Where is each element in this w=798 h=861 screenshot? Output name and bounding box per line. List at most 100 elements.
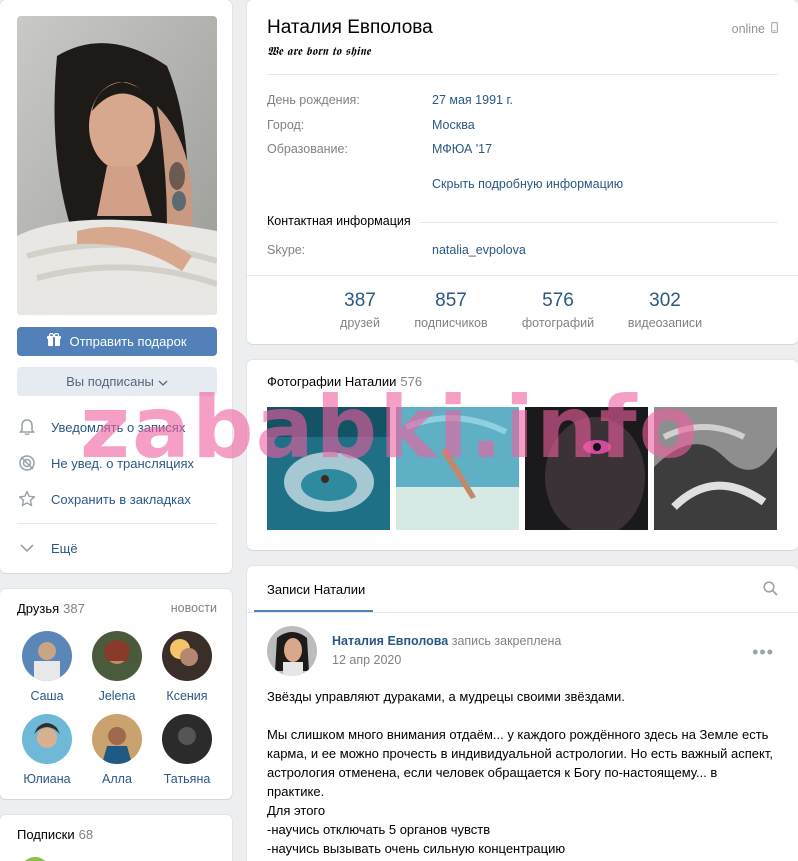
more-options-icon[interactable]: ••• bbox=[752, 642, 774, 663]
friends-count: 387 bbox=[63, 601, 85, 616]
notify-posts-action[interactable]: Уведомлять о записях bbox=[17, 413, 217, 441]
divider bbox=[247, 275, 798, 276]
subscription-avatar[interactable] bbox=[20, 857, 50, 861]
counter-photos[interactable]: 576 фотографий bbox=[508, 290, 608, 330]
broadcast-notify-label: Не увед. о трансляциях bbox=[51, 455, 195, 471]
birthday-value[interactable]: 27 мая 1991 г. bbox=[432, 93, 513, 107]
broadcast-off-icon bbox=[17, 453, 37, 473]
post-line: Для этого bbox=[267, 803, 326, 818]
bookmark-action[interactable]: Сохранить в закладках bbox=[17, 485, 217, 513]
skype-value[interactable]: natalia_evpolova bbox=[432, 243, 526, 257]
chevron-down-icon bbox=[158, 374, 168, 389]
post-line: Звёзды управляют дураками, а мудрецы сво… bbox=[267, 689, 625, 704]
subscriptions-header[interactable]: Подписки 68 bbox=[17, 827, 93, 842]
hide-details-link[interactable]: Скрыть подробную информацию bbox=[432, 177, 623, 191]
subscriptions-count: 68 bbox=[78, 827, 94, 842]
divider bbox=[17, 523, 217, 524]
friend-item[interactable]: Jelena bbox=[85, 631, 149, 703]
post-author-name[interactable]: Наталия Евполова bbox=[332, 634, 448, 648]
bell-icon bbox=[17, 417, 37, 437]
photos-header[interactable]: Фотографии Наталии 576 bbox=[267, 374, 422, 389]
post-line bbox=[267, 706, 778, 725]
counter-number: 576 bbox=[542, 290, 574, 311]
counter-label: видеозаписи bbox=[627, 316, 703, 330]
more-action[interactable]: Ещё bbox=[17, 534, 217, 562]
post-line: -научись вызывать очень сильную концентр… bbox=[267, 841, 566, 856]
friend-item[interactable]: Саша bbox=[15, 631, 79, 703]
subscribed-button[interactable]: Вы подписаны bbox=[17, 367, 217, 396]
counter-followers[interactable]: 857 подписчиков bbox=[401, 290, 501, 330]
friend-name: Алла bbox=[102, 772, 132, 786]
friend-avatar bbox=[22, 714, 72, 764]
notify-posts-label: Уведомлять о записях bbox=[51, 419, 186, 435]
friend-name: Юлиана bbox=[23, 772, 71, 786]
counter-videos[interactable]: 302 видеозаписи bbox=[615, 290, 715, 330]
wall-block: Записи Наталии Наталия Евполова запись з… bbox=[247, 566, 798, 861]
subscribed-label: Вы подписаны bbox=[66, 374, 154, 389]
photo-thumbnail[interactable] bbox=[396, 407, 519, 530]
profile-info-card: Наталия Евполова 𝖂𝖊 𝖆𝖗𝖊 𝖇𝖔𝖗𝖓 𝖙𝖔 𝖘𝖍𝖎𝖓𝖊 on… bbox=[247, 0, 798, 344]
skype-label: Skype: bbox=[267, 243, 306, 257]
broadcast-notify-action[interactable]: Не увед. о трансляциях bbox=[17, 449, 217, 477]
post-line: Мы слишком много внимания отдаём... у ка… bbox=[267, 727, 773, 799]
profile-avatar-card: Отправить подарок Вы подписаны Уведомлят… bbox=[0, 0, 232, 573]
bookmark-label: Сохранить в закладках bbox=[51, 491, 191, 507]
friend-item[interactable]: Татьяна bbox=[155, 714, 219, 786]
online-label: online bbox=[731, 22, 765, 36]
profile-name: Наталия Евполова bbox=[267, 17, 433, 38]
education-label: Образование: bbox=[267, 142, 348, 156]
profile-photo[interactable] bbox=[17, 16, 217, 315]
counter-number: 387 bbox=[344, 290, 376, 311]
friend-item[interactable]: Ксения bbox=[155, 631, 219, 703]
friend-item[interactable]: Юлиана bbox=[15, 714, 79, 786]
city-value[interactable]: Москва bbox=[432, 118, 475, 132]
friends-block: Друзья 387 новости Саша Jelena Ксения Юли… bbox=[0, 589, 232, 799]
profile-status: 𝖂𝖊 𝖆𝖗𝖊 𝖇𝖔𝖗𝖓 𝖙𝖔 𝖘𝖍𝖎𝖓𝖊 bbox=[267, 44, 371, 58]
friends-news-link[interactable]: новости bbox=[171, 601, 217, 615]
subscriptions-title: Подписки bbox=[17, 827, 75, 842]
friend-name: Саша bbox=[30, 689, 64, 703]
send-gift-label: Отправить подарок bbox=[69, 334, 187, 349]
divider bbox=[267, 74, 778, 75]
city-label: Город: bbox=[267, 118, 305, 132]
counter-label: друзей bbox=[340, 316, 380, 330]
photo-thumbnail[interactable] bbox=[267, 407, 390, 530]
photos-count: 576 bbox=[400, 374, 423, 389]
counter-number: 857 bbox=[435, 290, 467, 311]
post-line: -научись отключать 5 органов чувств bbox=[267, 822, 491, 837]
friend-avatar bbox=[162, 714, 212, 764]
birthday-label: День рождения: bbox=[267, 93, 360, 107]
gift-icon bbox=[47, 332, 62, 350]
friends-title: Друзья bbox=[17, 601, 60, 616]
chevron-down-icon bbox=[17, 538, 37, 558]
counter-label: фотографий bbox=[521, 316, 595, 330]
education-value[interactable]: МФЮА '17 bbox=[432, 142, 492, 156]
photos-block: Фотографии Наталии 576 bbox=[247, 360, 798, 550]
more-label: Ещё bbox=[51, 540, 78, 556]
post-body: Звёзды управляют дураками, а мудрецы сво… bbox=[267, 687, 778, 858]
tab-posts[interactable]: Записи Наталии bbox=[267, 582, 365, 597]
counter-friends[interactable]: 387 друзей bbox=[310, 290, 410, 330]
star-icon bbox=[17, 489, 37, 509]
mobile-icon bbox=[771, 22, 779, 36]
send-gift-button[interactable]: Отправить подарок bbox=[17, 327, 217, 356]
friend-name: Ксения bbox=[166, 689, 208, 703]
post-date[interactable]: 12 апр 2020 bbox=[332, 653, 401, 667]
friend-name: Татьяна bbox=[163, 772, 211, 786]
post-header: Наталия Евполова запись закреплена bbox=[332, 634, 561, 648]
friends-header[interactable]: Друзья 387 bbox=[17, 601, 85, 616]
counter-label: подписчиков bbox=[414, 316, 488, 330]
friend-avatar bbox=[162, 631, 212, 681]
online-status: online bbox=[731, 22, 779, 36]
friend-avatar bbox=[92, 631, 142, 681]
post-author-avatar[interactable] bbox=[267, 626, 317, 676]
search-icon[interactable] bbox=[763, 581, 778, 599]
photo-thumbnail[interactable] bbox=[525, 407, 648, 530]
friend-name: Jelena bbox=[98, 689, 136, 703]
photos-title: Фотографии Наталии bbox=[267, 374, 397, 389]
friend-item[interactable]: Алла bbox=[85, 714, 149, 786]
contact-section-title: Контактная информация bbox=[267, 214, 419, 228]
divider bbox=[247, 612, 798, 613]
post-pinned-label: запись закреплена bbox=[451, 634, 562, 648]
photo-thumbnail[interactable] bbox=[654, 407, 777, 530]
